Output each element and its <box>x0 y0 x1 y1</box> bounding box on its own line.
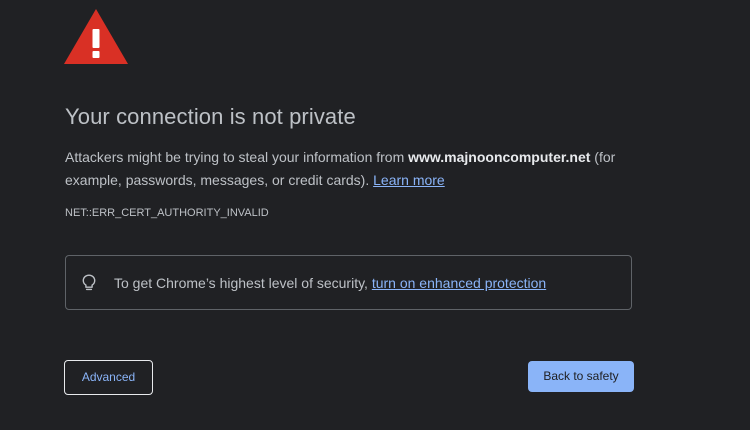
interstitial-page: Your connection is not private Attackers… <box>0 0 750 430</box>
explanation-prefix: Attackers might be trying to steal your … <box>65 149 409 165</box>
advanced-button[interactable]: Advanced <box>64 360 153 395</box>
enhanced-protection-link[interactable]: turn on enhanced protection <box>372 275 546 291</box>
enhanced-protection-text: To get Chrome’s highest level of securit… <box>114 275 546 291</box>
error-code: NET::ERR_CERT_AUTHORITY_INVALID <box>65 207 269 219</box>
lightbulb-icon <box>82 274 96 291</box>
warning-triangle-icon <box>64 9 128 64</box>
site-domain: www.majnooncomputer.net <box>408 149 591 165</box>
page-title: Your connection is not private <box>65 104 356 129</box>
back-to-safety-button[interactable]: Back to safety <box>528 361 634 392</box>
learn-more-link[interactable]: Learn more <box>373 172 445 188</box>
enhanced-protection-box: To get Chrome’s highest level of securit… <box>65 255 632 310</box>
enhanced-protection-label: To get Chrome’s highest level of securit… <box>114 275 372 291</box>
explanation-text: Attackers might be trying to steal your … <box>65 146 665 192</box>
